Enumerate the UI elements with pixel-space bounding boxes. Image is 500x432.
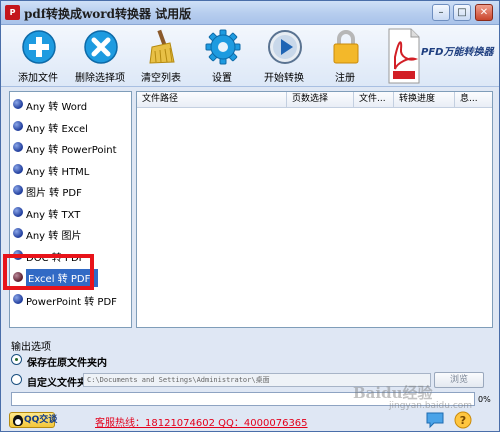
mode-any-to-powerpoint[interactable]: Any 转 PowerPoint — [10, 137, 131, 157]
file-table[interactable]: 文件路径 页数选择 文件... 转换进度 息... — [136, 91, 493, 328]
delete-selected-label: 删除选择项 — [75, 73, 125, 84]
window-title: pdf转换成word转换器 试用版 — [24, 7, 192, 21]
mode-any-to-html[interactable]: Any 转 HTML — [10, 159, 131, 179]
play-icon — [268, 30, 302, 64]
radio-dot-icon — [13, 228, 23, 238]
mode-label: PowerPoint 转 PDF — [26, 297, 117, 308]
title-bar[interactable]: P pdf转换成word转换器 试用版 – □ ✕ — [1, 1, 499, 25]
highlight-annotation — [3, 254, 94, 290]
broom-icon — [149, 29, 175, 64]
radio-dot-icon — [13, 164, 23, 174]
app-window: P pdf转换成word转换器 试用版 – □ ✕ 添加文件 删除选择项 清空列… — [0, 0, 500, 432]
mode-label: Any 转 Excel — [26, 124, 88, 135]
brand-text: PFD万能转换器 — [421, 47, 494, 58]
start-convert-button[interactable]: 开始转换 — [255, 29, 313, 85]
pdf-icon — [388, 28, 420, 84]
radio-dot-icon — [13, 121, 23, 131]
mode-label: Any 转 PowerPoint — [26, 145, 117, 156]
chat-bubble-icon[interactable] — [425, 411, 445, 429]
register-button[interactable]: 注册 — [316, 29, 374, 85]
mode-any-to-image[interactable]: Any 转 图片 — [10, 223, 131, 243]
qq-chat-button[interactable]: QQ交谈 — [9, 412, 58, 428]
settings-button[interactable]: 设置 — [193, 29, 251, 85]
maximize-button[interactable]: □ — [453, 4, 471, 21]
clear-list-button[interactable]: 清空列表 — [132, 29, 190, 85]
conversion-mode-list: Any 转 Word Any 转 Excel Any 转 PowerPoint … — [9, 91, 132, 328]
radio-dot-icon — [13, 99, 23, 109]
radio-dot-icon — [13, 185, 23, 195]
column-header-progress[interactable]: 转换进度 — [394, 92, 455, 108]
lock-icon — [333, 30, 359, 64]
close-button[interactable]: ✕ — [475, 4, 493, 21]
add-icon — [22, 30, 56, 64]
save-same-folder-radio[interactable] — [11, 354, 22, 365]
output-options-title: 输出选项 — [11, 342, 51, 353]
radio-dot-icon — [13, 294, 23, 304]
radio-dot-icon — [13, 142, 23, 152]
column-header-file[interactable]: 文件... — [354, 92, 394, 108]
svg-text:?: ? — [460, 414, 466, 427]
delete-icon — [84, 30, 118, 64]
add-file-button[interactable]: 添加文件 — [9, 29, 67, 85]
custom-folder-radio[interactable] — [11, 374, 22, 385]
mode-powerpoint-to-pdf[interactable]: PowerPoint 转 PDF — [10, 289, 131, 309]
gear-icon — [205, 29, 241, 65]
save-same-folder-label[interactable]: 保存在原文件夹内 — [27, 354, 107, 369]
watermark-url: jingyan.baidu.com — [389, 401, 473, 411]
app-icon: P — [5, 5, 20, 20]
mode-label: 图片 转 PDF — [26, 188, 82, 199]
mode-label: Any 转 HTML — [26, 167, 90, 178]
progress-percent: 0% — [478, 395, 491, 404]
mode-any-to-excel[interactable]: Any 转 Excel — [10, 116, 131, 136]
radio-dot-icon — [13, 207, 23, 217]
browse-button[interactable]: 浏览 — [434, 372, 484, 388]
qq-chat-label: QQ交谈 — [24, 415, 58, 425]
delete-selected-button[interactable]: 删除选择项 — [71, 29, 129, 85]
start-convert-label: 开始转换 — [264, 73, 304, 84]
table-header: 文件路径 页数选择 文件... 转换进度 息... — [137, 92, 492, 108]
register-label: 注册 — [335, 73, 355, 84]
mode-image-to-pdf[interactable]: 图片 转 PDF — [10, 180, 131, 200]
column-header-page-selection[interactable]: 页数选择 — [287, 92, 354, 108]
mode-label: Any 转 图片 — [26, 231, 82, 242]
mode-any-to-txt[interactable]: Any 转 TXT — [10, 202, 131, 222]
mode-label: Any 转 Word — [26, 102, 88, 113]
watermark-logo: Baidu经验 — [353, 384, 433, 402]
support-hotline-link[interactable]: 客服热线：18121074602 QQ：4000076365 — [95, 414, 308, 429]
brand: PFD万能转换器 — [383, 25, 499, 87]
mode-label: Any 转 TXT — [26, 210, 81, 221]
help-icon[interactable]: ? — [453, 411, 473, 429]
column-header-file-path[interactable]: 文件路径 — [137, 92, 287, 108]
clear-list-label: 清空列表 — [141, 73, 181, 84]
column-header-info[interactable]: 息... — [455, 92, 492, 108]
qq-penguin-icon — [13, 415, 23, 426]
add-file-label: 添加文件 — [18, 73, 58, 84]
mode-any-to-word[interactable]: Any 转 Word — [10, 94, 131, 114]
toolbar: 添加文件 删除选择项 清空列表 设置 开始转换 注册 PFD万能转换器 — [1, 25, 499, 87]
minimize-button[interactable]: – — [432, 4, 450, 21]
custom-folder-label[interactable]: 自定义文件夹 — [27, 374, 87, 389]
settings-label: 设置 — [212, 73, 232, 84]
